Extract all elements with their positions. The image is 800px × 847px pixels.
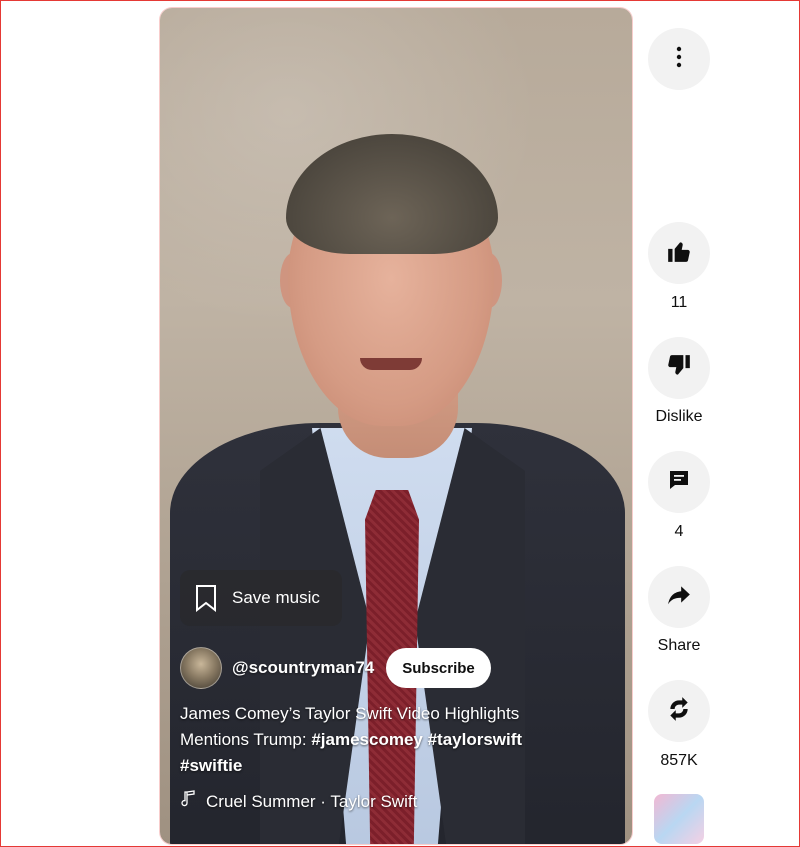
share-icon bbox=[666, 582, 692, 613]
remix-button[interactable] bbox=[648, 680, 710, 742]
more-options-button[interactable] bbox=[648, 28, 710, 90]
subscribe-button[interactable]: Subscribe bbox=[386, 648, 491, 688]
comment-icon bbox=[667, 468, 691, 497]
video-title: James Comey’s Taylor Swift Video Highlig… bbox=[180, 701, 570, 779]
save-music-button[interactable]: Save music bbox=[180, 570, 342, 626]
hashtag-link[interactable]: #swiftie bbox=[180, 756, 242, 775]
comments-button[interactable] bbox=[648, 451, 710, 513]
music-note-icon bbox=[180, 790, 198, 813]
share-button[interactable] bbox=[648, 566, 710, 628]
hashtag-link[interactable]: #jamescomey bbox=[311, 730, 423, 749]
channel-handle[interactable]: @scountryman74 bbox=[232, 658, 374, 678]
comment-count: 4 bbox=[674, 523, 684, 540]
thumbs-down-icon bbox=[666, 353, 692, 384]
bookmark-icon bbox=[194, 584, 218, 613]
dislike-label: Dislike bbox=[655, 408, 703, 425]
channel-row: @scountryman74 Subscribe bbox=[180, 647, 491, 689]
remix-count: 857K bbox=[660, 752, 698, 769]
more-vertical-icon bbox=[676, 46, 682, 73]
share-label: Share bbox=[657, 637, 701, 654]
remix-icon bbox=[666, 696, 692, 727]
video-figure-mouth bbox=[360, 358, 422, 370]
like-button[interactable] bbox=[648, 222, 710, 284]
hashtag-link[interactable]: #taylorswift bbox=[428, 730, 522, 749]
music-thumbnail[interactable] bbox=[654, 794, 704, 844]
thumbs-up-icon bbox=[666, 238, 692, 269]
avatar[interactable] bbox=[180, 647, 222, 689]
music-track-row[interactable]: Cruel Summer · Taylor Swift bbox=[180, 790, 417, 813]
like-count: 11 bbox=[670, 294, 688, 311]
dislike-button[interactable] bbox=[648, 337, 710, 399]
music-track-label: Cruel Summer · Taylor Swift bbox=[206, 791, 418, 811]
save-music-label: Save music bbox=[232, 588, 320, 607]
